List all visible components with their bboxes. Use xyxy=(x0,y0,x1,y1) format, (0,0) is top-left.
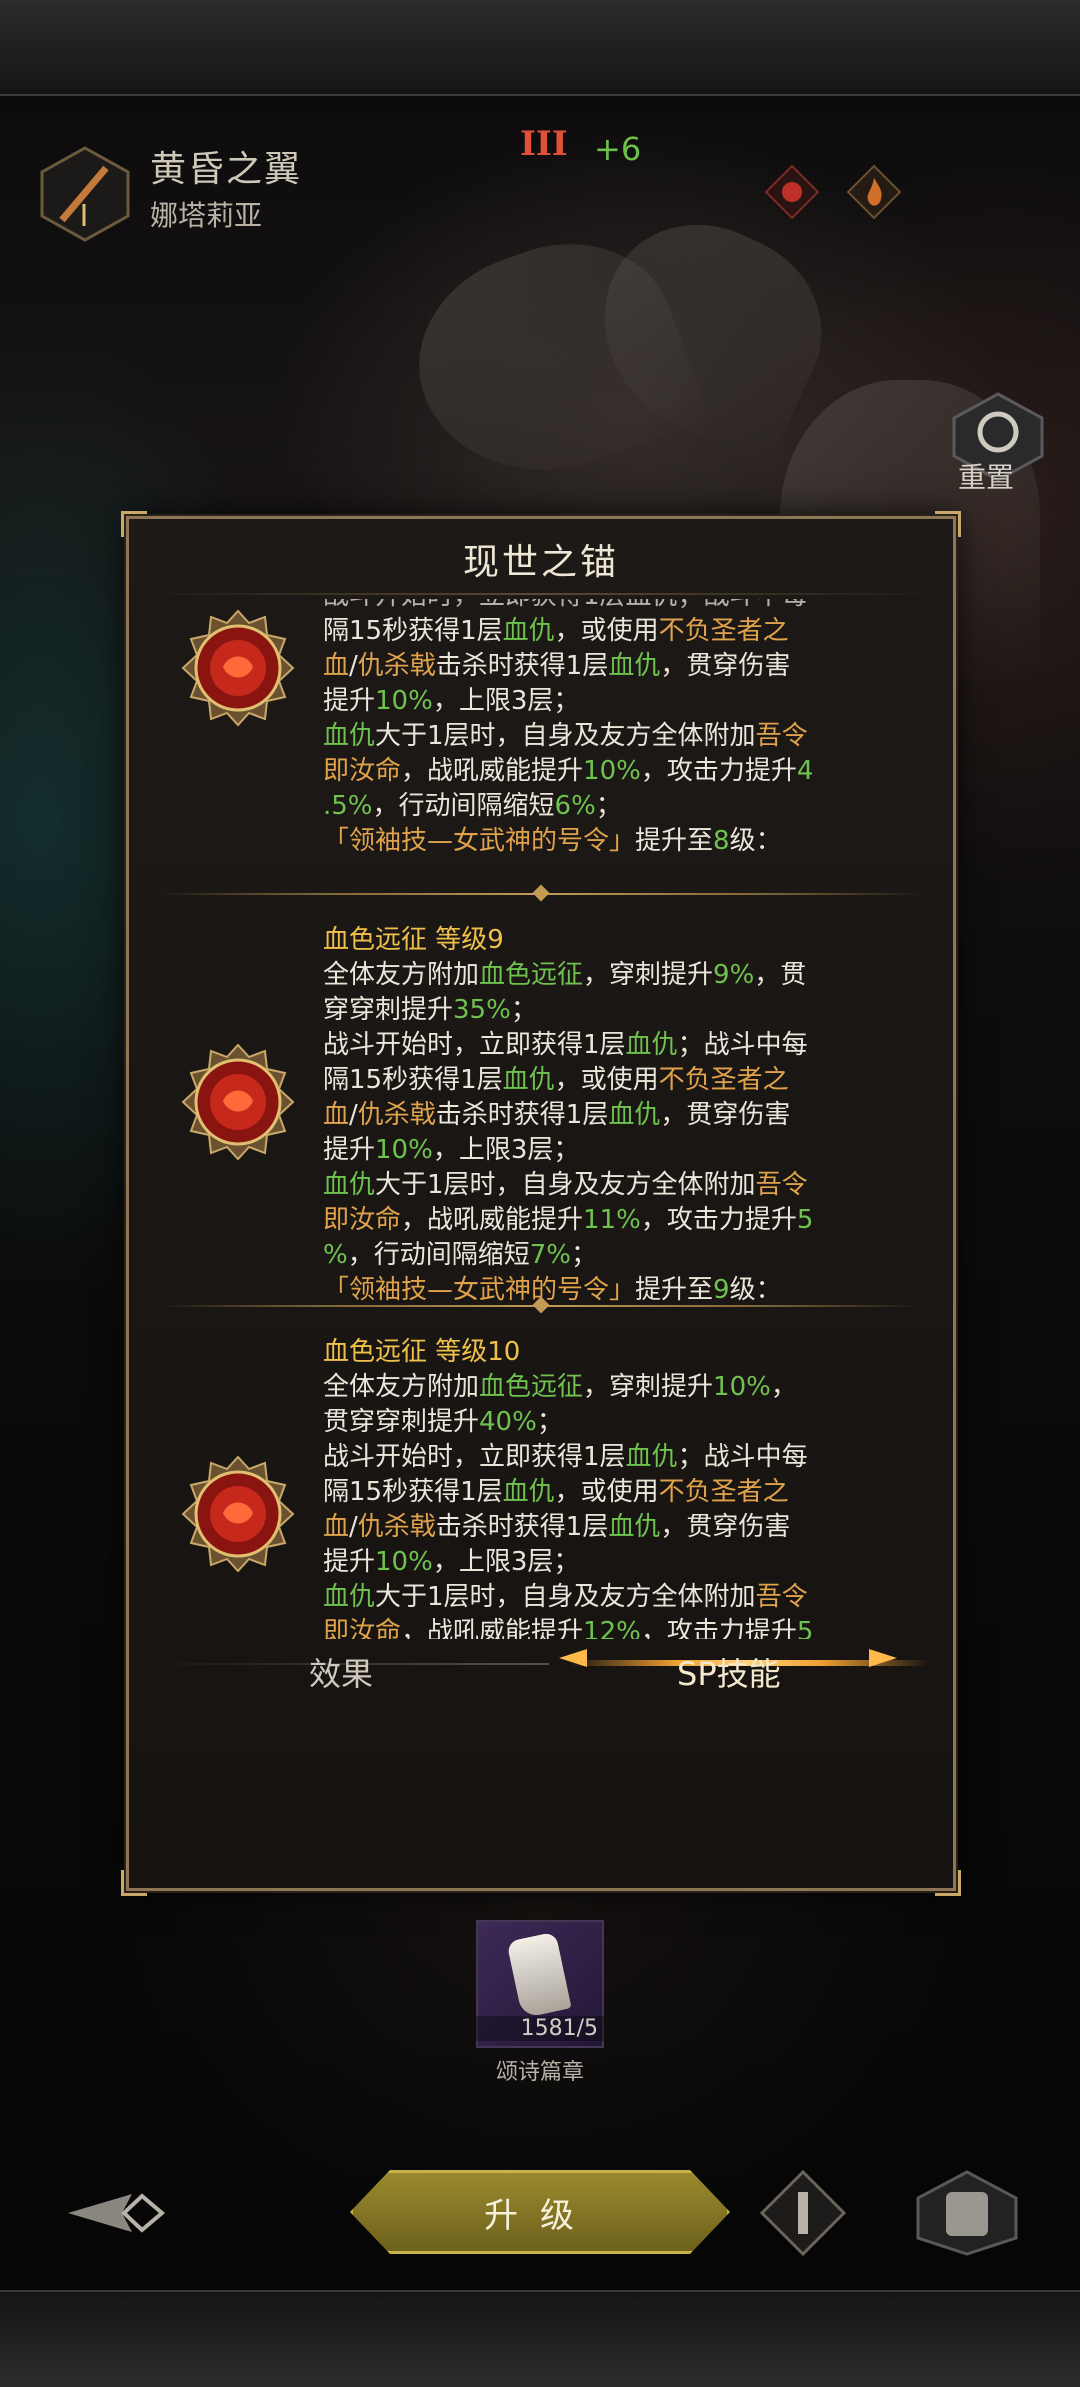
rank-plus-level: +6 xyxy=(594,130,642,168)
skill-line: 全体友方附加血色远征，穿刺提升10%， xyxy=(323,1372,797,1402)
hero-name: 娜塔莉亚 xyxy=(150,199,263,232)
scroll-log-icon[interactable] xyxy=(912,2168,1022,2258)
bottom-frame-bar xyxy=(0,2290,1080,2387)
blood-rose-skill-icon xyxy=(181,1043,295,1161)
tab-effects[interactable]: 效果 xyxy=(309,1649,373,1695)
skill-line: 隔15秒获得1层血仇，或使用不负圣者之 xyxy=(323,616,789,646)
hero-title: 黄昏之翼 xyxy=(150,149,303,190)
back-arrow-icon[interactable] xyxy=(62,2168,172,2258)
frame-corner xyxy=(935,1870,961,1896)
blood-element-icon xyxy=(764,164,820,220)
tab-sp-skill[interactable]: SP技能 xyxy=(677,1649,781,1695)
skill-line: 隔15秒获得1层血仇，或使用不负圣者之 xyxy=(323,1065,789,1095)
skill-line: 全体友方附加血色远征，穿刺提升9%，贯 xyxy=(323,960,807,990)
skill-line: 提升10%，上限3层； xyxy=(323,686,580,716)
skill-line: 血仇大于1层时，自身及友方全体附加吾令 xyxy=(323,1582,808,1612)
skill-line: %，行动间隔缩短7%； xyxy=(323,1240,597,1270)
skill-line: 提升10%，上限3层； xyxy=(323,1547,580,1577)
rank-badge: III xyxy=(520,124,568,164)
skill-level-list[interactable]: 战斗开始时，立即获得1层血仇；战斗中每 隔15秒获得1层血仇，或使用不负圣者之 … xyxy=(129,599,953,1639)
modal-title: 现世之锚 xyxy=(462,542,619,583)
skill-line: 血/仇杀戟击杀时获得1层血仇，贯穿伤害 xyxy=(323,1512,791,1542)
reset-button-label[interactable]: 重置 xyxy=(958,456,1014,496)
top-frame-bar xyxy=(0,0,1080,96)
skill-line: 战斗开始时，立即获得1层血仇；战斗中每 xyxy=(323,1030,808,1060)
skill-detail-modal: 现世之锚 战斗开始时，立即获得1层血仇；战斗中每 隔15秒获得1层血仇，或使用不… xyxy=(121,511,961,1896)
scroll-icon xyxy=(506,1931,572,2019)
blood-rose-skill-icon xyxy=(181,609,295,727)
skill-line: .5%，行动间隔缩短6%； xyxy=(323,791,622,821)
tab-arrow-right-icon xyxy=(869,1649,897,1667)
blood-rose-skill-icon xyxy=(181,1455,295,1573)
skill-line: 提升10%，上限3层； xyxy=(323,1135,580,1165)
frame-corner xyxy=(121,1870,147,1896)
tab-arrow-left-icon xyxy=(559,1649,587,1667)
skill-line: 「领袖技—女武神的号令」提升至8级： xyxy=(323,826,782,856)
entry-divider xyxy=(159,1297,923,1315)
info-icon[interactable] xyxy=(748,2168,858,2258)
skill-line: 战斗开始时，立即获得1层血仇；战斗中每 xyxy=(323,599,923,614)
weapon-class-icon xyxy=(40,146,130,242)
material-name: 颂诗篇章 xyxy=(495,2060,584,2085)
skill-line: 血/仇杀戟击杀时获得1层血仇，贯穿伤害 xyxy=(323,651,791,681)
skill-line: 穿穿刺提升35%； xyxy=(323,995,537,1025)
skill-line: 贯穿穿刺提升40%； xyxy=(323,1407,563,1437)
skill-line: 即汝命，战吼威能提升10%，攻击力提升4 xyxy=(323,756,814,786)
material-count: 1581/5 xyxy=(476,2016,604,2041)
skill-line: 血仇大于1层时，自身及友方全体附加吾令 xyxy=(323,721,808,751)
skill-level-heading: 血色远征 等级10 xyxy=(323,1337,521,1367)
fire-element-icon xyxy=(846,164,902,220)
skill-line: 战斗开始时，立即获得1层血仇；战斗中每 xyxy=(323,1442,808,1472)
skill-line: 即汝命，战吼威能提升12%，攻击力提升5 xyxy=(323,1617,814,1639)
skill-line: 即汝命，战吼威能提升11%，攻击力提升5 xyxy=(323,1205,814,1235)
skill-line: 血仇大于1层时，自身及友方全体附加吾令 xyxy=(323,1170,808,1200)
title-divider xyxy=(143,593,939,595)
skill-level-heading: 血色远征 等级9 xyxy=(323,925,504,955)
entry-divider xyxy=(159,885,923,903)
skill-line: 血/仇杀戟击杀时获得1层血仇，贯穿伤害 xyxy=(323,1100,791,1130)
upgrade-button[interactable]: 升级 xyxy=(350,2170,730,2254)
skill-line: 隔15秒获得1层血仇，或使用不负圣者之 xyxy=(323,1477,789,1507)
